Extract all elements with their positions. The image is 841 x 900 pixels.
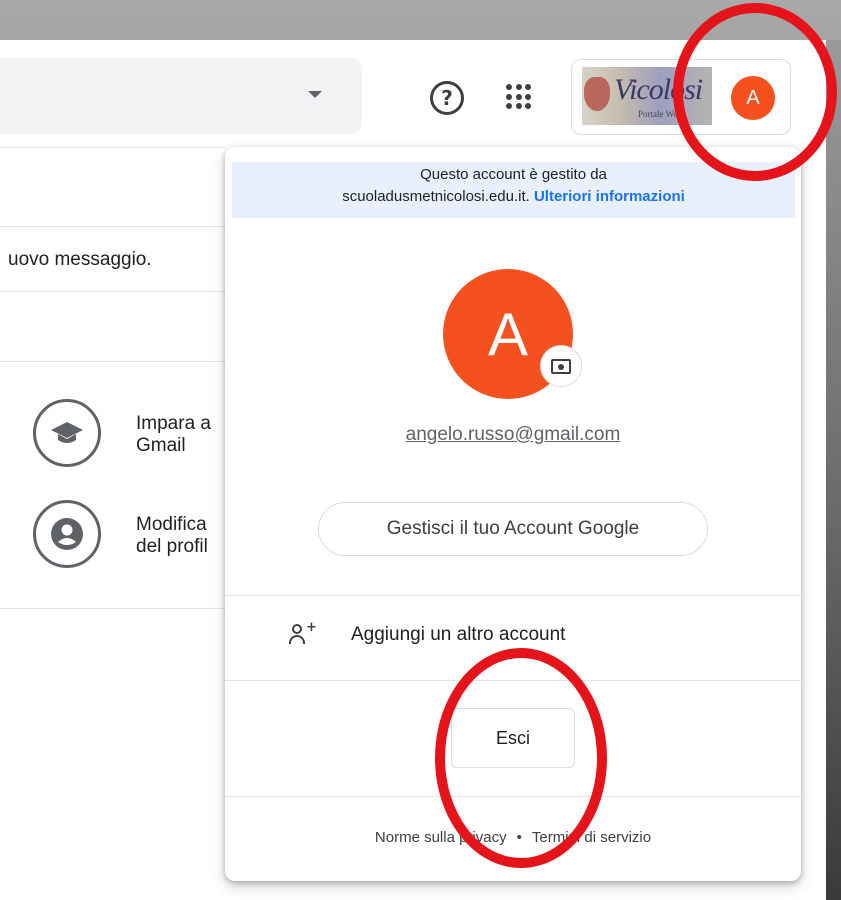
search-options-chevron-icon[interactable]: [308, 91, 322, 98]
more-info-link[interactable]: Ulteriori informazioni: [534, 188, 685, 205]
managed-notice-domain-line: scuoladusmetnicolosi.edu.it. Ulteriori i…: [232, 186, 795, 208]
background-strip: [826, 40, 841, 900]
add-account-label[interactable]: Aggiungi un altro account: [351, 624, 565, 646]
divider: [0, 608, 225, 609]
account-circle-icon: [33, 500, 101, 568]
annotation-circle-avatar: [673, 3, 837, 181]
change-photo-camera-icon[interactable]: [540, 345, 582, 387]
account-email: angelo.russo@gmail.com: [405, 424, 621, 445]
school-crest-icon: [584, 77, 610, 111]
add-person-icon: +: [289, 620, 319, 646]
google-apps-grid-icon[interactable]: [506, 84, 532, 110]
divider: [0, 226, 225, 227]
manage-account-button[interactable]: Gestisci il tuo Account Google: [318, 502, 708, 556]
annotation-circle-sign-out: [435, 648, 607, 868]
managed-account-notice: Questo account è gestito da scuoladusmet…: [232, 162, 795, 218]
tip-learn-gmail[interactable]: Impara a Gmail: [136, 413, 211, 457]
help-icon[interactable]: ?: [430, 81, 464, 115]
managed-domain: scuoladusmetnicolosi.edu.it.: [342, 188, 530, 205]
graduation-cap-icon: [33, 399, 101, 467]
tip-edit-profile[interactable]: Modifica del profil: [136, 514, 208, 558]
divider: [0, 361, 225, 362]
divider: [0, 147, 225, 148]
divider: [0, 291, 225, 292]
message-text: uovo messaggio.: [8, 249, 152, 270]
